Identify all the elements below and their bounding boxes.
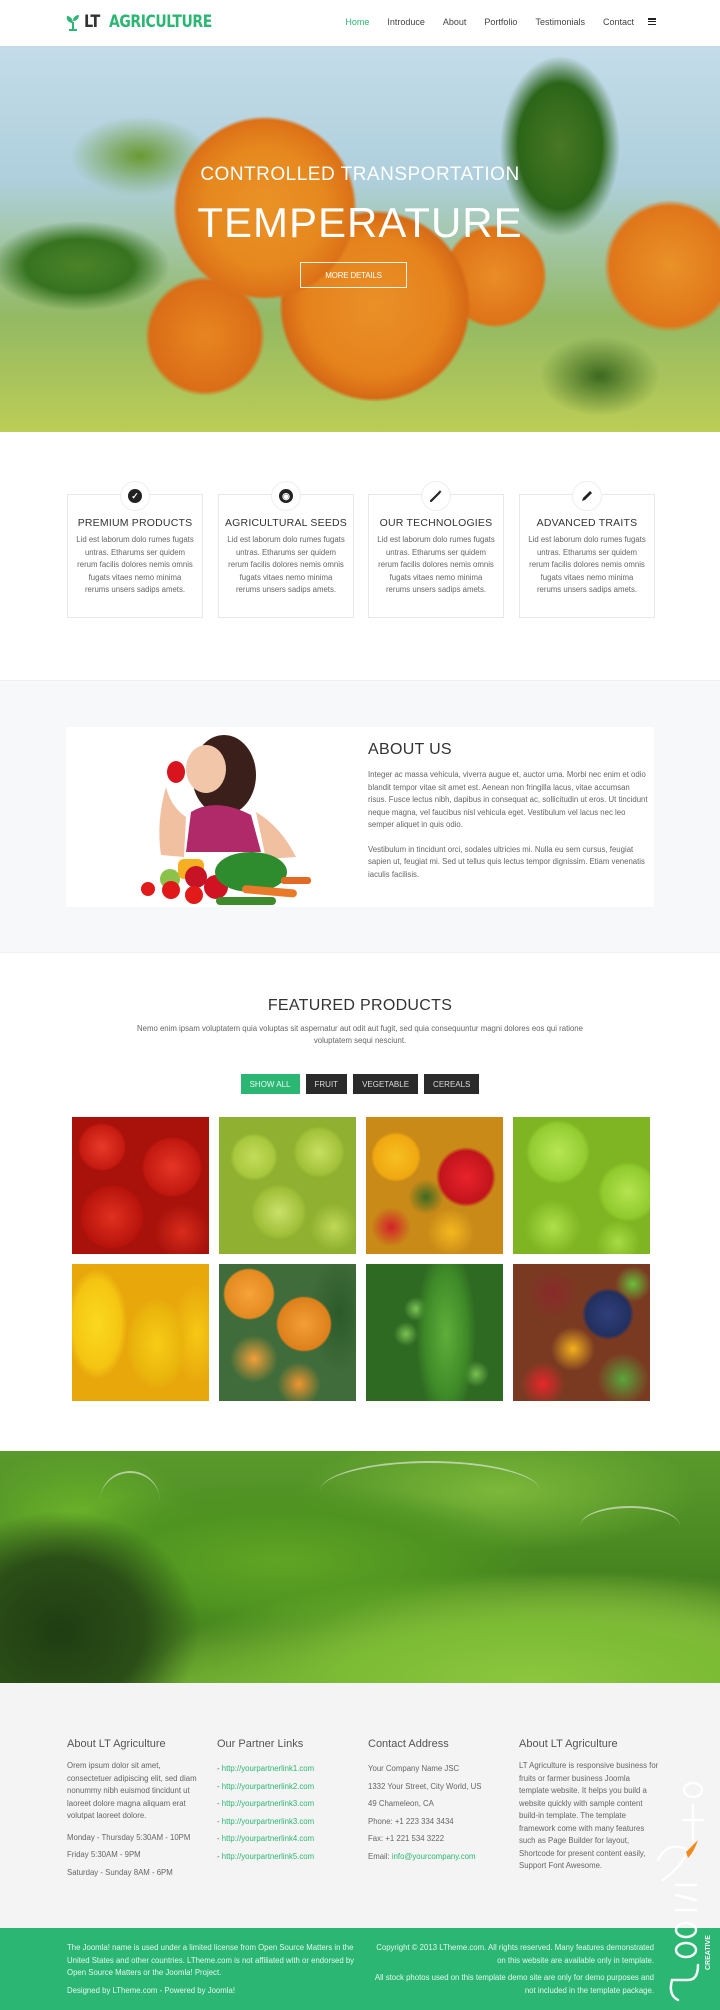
hours-line: Monday - Thursday 5:30AM - 10PM: [67, 1832, 191, 1842]
hamburger-icon[interactable]: [648, 18, 656, 25]
product-tile-tomatoes[interactable]: [72, 1117, 209, 1254]
footer-copyright: The Joomla! name is used under a limited…: [0, 1928, 720, 2010]
nav-introduce[interactable]: Introduce: [387, 17, 425, 27]
product-tile-oranges[interactable]: [219, 1264, 356, 1401]
site-header: LT AGRICULTURE Home Introduce About Port…: [0, 0, 720, 46]
featured-subtitle: Nemo enim ipsam voluptatem quia voluptas…: [137, 1024, 583, 1045]
footer-about-2: About LT Agriculture LT Agriculture is r…: [519, 1738, 659, 1873]
feature-text: Lid est laborum dolo rumes fugats untras…: [377, 535, 495, 594]
footer-partners-title: Our Partner Links: [217, 1738, 304, 1750]
partner-link[interactable]: http://yourpartnerlink3.com: [222, 1799, 314, 1808]
copyright-text: Copyright © 2013 LTheme.com. All rights …: [376, 1943, 654, 1965]
nav-portfolio[interactable]: Portfolio: [484, 17, 517, 27]
feature-text: Lid est laborum dolo rumes fugats untras…: [76, 535, 194, 594]
filter-fruit[interactable]: FRUIT: [305, 1074, 348, 1094]
footer-widgets: About LT Agriculture Orem ipsum dolor si…: [0, 1683, 720, 1928]
features-section: ✓ PREMIUM PRODUCTS Lid est laborum dolo …: [0, 432, 720, 680]
hours-line: Friday 5:30AM - 9PM: [67, 1850, 141, 1859]
contact-street: 1332 Your Street, City World, US: [368, 1781, 482, 1791]
tea-plantation-banner: [0, 1451, 720, 1683]
logo-prefix: LT: [84, 12, 100, 32]
about-paragraph: Vestibulum in tincidunt orci, sodales ul…: [368, 844, 645, 879]
footer-about2-title: About LT Agriculture: [519, 1738, 618, 1750]
footer-about-text: Orem ipsum dolor sit amet, consectetuer …: [67, 1761, 197, 1820]
sprout-icon: [66, 15, 79, 31]
product-filters: SHOW ALL FRUIT VEGETABLE CEREALS: [0, 1074, 720, 1094]
designed-by-text: Designed by LTheme.com - Powered by Joom…: [67, 1985, 235, 1995]
stock-photos-text: All stock photos used on this template d…: [374, 1973, 654, 1995]
main-nav: Home Introduce About Portfolio Testimoni…: [327, 17, 656, 27]
feature-title: OUR TECHNOLOGIES: [379, 517, 493, 529]
feature-card: ◉ AGRICULTURAL SEEDS Lid est laborum dol…: [218, 481, 354, 618]
about-image-woman-vegetables: [66, 727, 356, 907]
product-tile-green-apples[interactable]: [513, 1117, 650, 1254]
feature-card: ADVANCED TRAITS Lid est laborum dolo rum…: [519, 481, 655, 618]
featured-products-section: FEATURED PRODUCTS Nemo enim ipsam volupt…: [0, 953, 720, 1450]
hero-subtitle: CONTROLLED TRANSPORTATION: [200, 164, 520, 185]
footer-about: About LT Agriculture Orem ipsum dolor si…: [67, 1738, 207, 1881]
hero-title: TEMPERATURE: [197, 199, 523, 246]
about-paragraph: Integer ac massa vehicula, viverra augue…: [368, 770, 648, 829]
footer-contact-title: Contact Address: [368, 1738, 449, 1750]
partner-link[interactable]: http://yourpartnerlink2.com: [222, 1782, 314, 1791]
partner-link[interactable]: http://yourpartnerlink3.com: [222, 1817, 314, 1826]
contact-fax: Fax: +1 221 534 3222: [368, 1834, 445, 1843]
feature-title: AGRICULTURAL SEEDS: [224, 517, 348, 529]
contact-company: Your Company Name JSC: [368, 1764, 460, 1773]
feature-title: PREMIUM PRODUCTS: [77, 517, 193, 529]
featured-title: FEATURED PRODUCTS: [267, 997, 453, 1014]
pencil-icon: [582, 491, 592, 501]
hours-line: Saturday - Sunday 8AM - 6PM: [67, 1867, 173, 1877]
feature-title: ADVANCED TRAITS: [536, 517, 638, 529]
footer-contact: Contact Address Your Company Name JSC 13…: [368, 1738, 508, 1865]
check-circle-icon: ✓: [128, 489, 142, 503]
contact-phone: Phone: +1 223 334 3434: [368, 1816, 454, 1826]
footer-partners: Our Partner Links - http://yourpartnerli…: [217, 1738, 357, 1865]
feature-card: OUR TECHNOLOGIES Lid est laborum dolo ru…: [368, 481, 504, 618]
partner-link[interactable]: http://yourpartnerlink1.com: [222, 1764, 314, 1773]
globe-icon: ◉: [279, 489, 293, 503]
nav-home[interactable]: Home: [345, 17, 369, 27]
nav-contact[interactable]: Contact: [603, 17, 634, 27]
product-tile-yellow-peppers[interactable]: [72, 1264, 209, 1401]
more-details-button[interactable]: MORE DETAILS: [300, 262, 407, 288]
nav-about[interactable]: About: [443, 17, 467, 27]
product-tile-mixed-vegetables[interactable]: [513, 1264, 650, 1401]
about-title: ABOUT US: [368, 741, 452, 758]
site-logo[interactable]: LT AGRICULTURE: [66, 12, 234, 32]
logo-name: AGRICULTURE: [109, 12, 212, 32]
product-tile-peas[interactable]: [366, 1264, 503, 1401]
joomla-license-text: The Joomla! name is used under a limited…: [67, 1943, 355, 1977]
about-section: ABOUT US Integer ac massa vehicula, vive…: [0, 680, 720, 953]
filter-cereals[interactable]: CEREALS: [424, 1074, 480, 1094]
about-box: ABOUT US Integer ac massa vehicula, vive…: [66, 727, 654, 907]
magic-wand-icon: [429, 490, 442, 503]
contact-city: 49 Chameleon, CA: [368, 1799, 434, 1808]
feature-text: Lid est laborum dolo rumes fugats untras…: [227, 535, 345, 594]
footer-about-title: About LT Agriculture: [67, 1738, 166, 1750]
partner-link[interactable]: http://yourpartnerlink4.com: [222, 1834, 314, 1843]
filter-show-all[interactable]: SHOW ALL: [240, 1074, 300, 1094]
filter-vegetable[interactable]: VEGETABLE: [353, 1074, 419, 1094]
partner-link[interactable]: http://yourpartnerlink5.com: [222, 1852, 314, 1861]
contact-email-link[interactable]: info@yourcompany.com: [392, 1852, 476, 1861]
product-tile-mixed-peppers[interactable]: [366, 1117, 503, 1254]
footer-about2-text: LT Agriculture is responsive business fo…: [519, 1761, 659, 1870]
feature-card: ✓ PREMIUM PRODUCTS Lid est laborum dolo …: [67, 481, 203, 618]
feature-text: Lid est laborum dolo rumes fugats untras…: [528, 535, 646, 594]
nav-testimonials[interactable]: Testimonials: [535, 17, 585, 27]
hero-slider: CONTROLLED TRANSPORTATION TEMPERATURE MO…: [0, 46, 720, 432]
product-tile-green-peppers[interactable]: [219, 1117, 356, 1254]
